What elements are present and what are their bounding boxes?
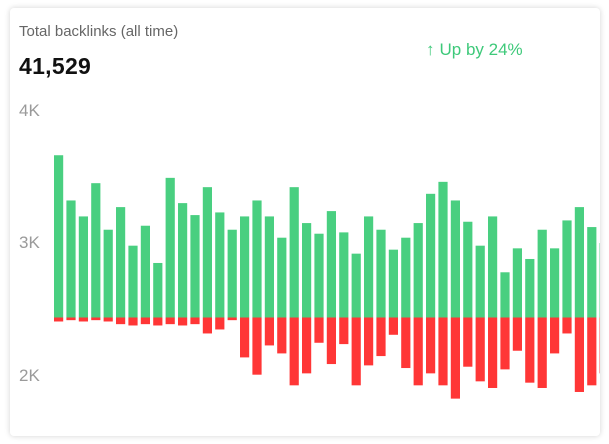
lost-bar xyxy=(463,317,473,367)
lost-bar xyxy=(525,317,535,383)
gained-bar xyxy=(302,223,312,318)
gained-bar xyxy=(587,227,597,318)
gained-bar xyxy=(426,193,436,318)
gained-bar xyxy=(574,207,584,318)
lost-bar xyxy=(190,317,200,325)
gained-bar xyxy=(500,272,510,318)
gained-bar xyxy=(463,221,473,318)
gained-bar xyxy=(512,248,522,318)
lost-bar xyxy=(202,317,212,334)
lost-bar xyxy=(314,317,324,343)
gained-bar xyxy=(66,200,76,318)
gained-bar xyxy=(438,181,448,318)
gained-bar xyxy=(475,245,485,318)
lost-bar xyxy=(500,317,510,370)
lost-bar xyxy=(240,317,250,358)
lost-bar xyxy=(140,317,150,325)
gained-bar xyxy=(103,229,113,318)
gained-bar xyxy=(550,248,560,318)
lost-bar xyxy=(66,317,76,321)
gained-bar xyxy=(140,225,150,318)
gained-bar xyxy=(240,216,250,318)
lost-bar xyxy=(488,317,498,388)
gained-bar xyxy=(537,229,547,318)
backlinks-bar-chart xyxy=(54,155,600,399)
gained-bar xyxy=(202,187,212,318)
lost-bar xyxy=(475,317,485,382)
lost-bar xyxy=(78,317,88,322)
backlinks-card: Total backlinks (all time) 41,529 ↑ Up by… xyxy=(10,8,600,436)
gained-bar xyxy=(165,177,175,318)
gained-bar xyxy=(78,216,88,318)
gained-bar xyxy=(525,258,535,318)
lost-bar xyxy=(91,317,101,321)
lost-bar xyxy=(426,317,436,374)
lost-bar xyxy=(165,317,175,325)
lost-bar xyxy=(178,317,188,326)
lost-bar xyxy=(302,317,312,374)
lost-bar xyxy=(351,317,361,386)
lost-bar xyxy=(562,317,572,334)
gained-bar xyxy=(252,200,262,318)
gained-bar xyxy=(264,216,274,318)
lost-bar xyxy=(587,317,597,386)
gained-bar xyxy=(227,229,237,318)
lost-bar xyxy=(450,317,460,399)
gained-bar xyxy=(488,216,498,318)
lost-bar xyxy=(550,317,560,354)
gained-bar xyxy=(153,262,163,318)
lost-bar xyxy=(277,317,287,354)
gained-bar xyxy=(128,245,138,318)
lost-bar xyxy=(128,317,138,326)
gained-bar xyxy=(215,212,225,318)
gained-bar xyxy=(277,237,287,318)
gained-bar xyxy=(376,229,386,318)
gained-bar xyxy=(351,253,361,318)
lost-bar xyxy=(153,317,163,326)
gained-bar xyxy=(413,223,423,318)
lost-bar xyxy=(326,317,336,365)
lost-bar xyxy=(438,317,448,386)
lost-bar xyxy=(512,317,522,351)
lost-bar xyxy=(413,317,423,386)
gained-bar xyxy=(450,200,460,318)
gained-bar xyxy=(54,155,64,318)
lost-bar xyxy=(339,317,349,345)
gained-bar xyxy=(339,232,349,318)
gained-bar xyxy=(562,220,572,318)
lost-bar xyxy=(364,317,374,366)
gained-bar xyxy=(178,203,188,318)
lost-bar xyxy=(376,317,386,357)
lost-bar xyxy=(289,317,299,386)
gained-bar xyxy=(116,207,126,318)
lost-bar xyxy=(401,317,411,369)
lost-bar xyxy=(252,317,262,375)
lost-bar xyxy=(537,317,547,388)
lost-bar xyxy=(574,317,584,392)
gained-bar xyxy=(326,211,336,318)
gained-bar xyxy=(388,249,398,318)
gained-bar xyxy=(190,215,200,318)
lost-bar xyxy=(264,317,274,346)
lost-bar xyxy=(54,317,64,322)
lost-bar xyxy=(215,317,225,330)
lost-bar xyxy=(227,317,237,321)
gained-bar xyxy=(91,183,101,318)
lost-bar xyxy=(116,317,126,325)
lost-bar xyxy=(388,317,398,335)
gained-bar xyxy=(314,233,324,318)
lost-bar xyxy=(103,317,113,322)
gained-bar xyxy=(289,187,299,318)
gained-bar xyxy=(401,237,411,318)
gained-bar xyxy=(364,216,374,318)
